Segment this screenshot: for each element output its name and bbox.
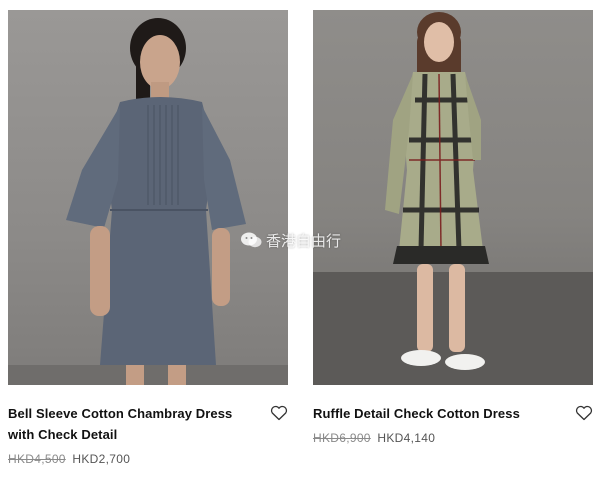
heart-outline-icon[interactable] — [270, 405, 288, 421]
wechat-icon — [241, 232, 262, 248]
model-photo — [313, 12, 593, 385]
original-price: HKD4,500 — [8, 452, 66, 466]
watermark: 香港自由行 — [240, 229, 370, 251]
product-name[interactable]: Bell Sleeve Cotton Chambray Dress with C… — [8, 403, 248, 445]
product-name[interactable]: Ruffle Detail Check Cotton Dress — [313, 403, 553, 424]
heart-outline-icon[interactable] — [575, 405, 593, 421]
product-image[interactable] — [313, 10, 593, 385]
watermark-text: 香港自由行 — [266, 232, 342, 250]
model-photo — [8, 18, 288, 385]
product-image[interactable] — [8, 10, 288, 385]
product-card[interactable]: Ruffle Detail Check Cotton Dress HKD6,90… — [313, 10, 593, 445]
price-row: HKD4,500 HKD2,700 — [8, 452, 288, 466]
product-title-row: Ruffle Detail Check Cotton Dress — [313, 403, 593, 447]
product-title-row: Bell Sleeve Cotton Chambray Dress with C… — [8, 403, 288, 447]
sale-price: HKD2,700 — [72, 452, 131, 466]
